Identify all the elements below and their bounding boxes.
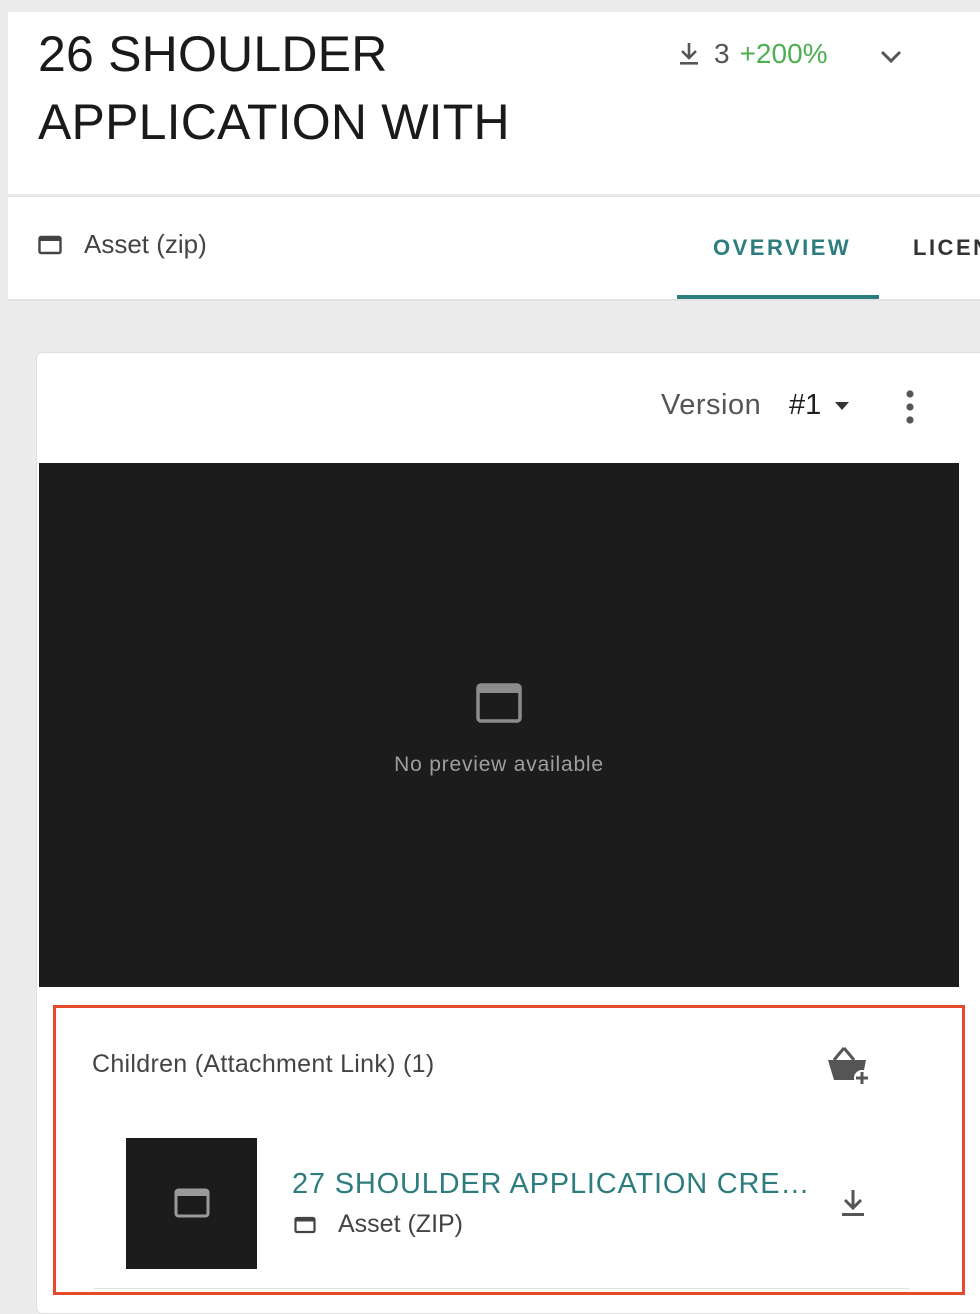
download-stat: 3 +200% bbox=[678, 38, 828, 70]
asset-type-label: Asset (zip) bbox=[84, 229, 207, 259]
window-icon bbox=[174, 1188, 210, 1218]
child-name-link[interactable]: 27 SHOULDER APPLICATION CRE… bbox=[292, 1168, 812, 1201]
tab-license[interactable]: LICEN bbox=[913, 235, 980, 261]
window-icon bbox=[294, 1216, 316, 1233]
child-thumbnail[interactable] bbox=[126, 1138, 257, 1269]
children-title: Children (Attachment Link) (1) bbox=[92, 1050, 435, 1078]
asset-type: Asset (zip) bbox=[38, 229, 207, 260]
tab-overview[interactable]: OVERVIEW bbox=[713, 235, 851, 261]
more-vertical-icon[interactable] bbox=[903, 389, 917, 425]
window-icon bbox=[476, 683, 522, 723]
divider bbox=[94, 1288, 910, 1289]
asset-header: 26 SHOULDER APPLICATION WITH 3 +200% bbox=[8, 12, 980, 194]
version-row: Version #1 bbox=[37, 353, 980, 463]
version-select[interactable]: #1 bbox=[789, 389, 850, 422]
tab-bar: Asset (zip) OVERVIEW LICEN bbox=[8, 196, 980, 301]
active-tab-indicator bbox=[677, 295, 879, 299]
download-change: +200% bbox=[739, 38, 828, 69]
preview-area: No preview available bbox=[39, 463, 959, 987]
add-to-basket-icon[interactable] bbox=[826, 1044, 872, 1086]
download-icon bbox=[680, 43, 698, 65]
version-label: Version bbox=[661, 389, 762, 421]
no-preview-text: No preview available bbox=[394, 753, 604, 776]
version-value: #1 bbox=[789, 389, 822, 421]
child-type-label: Asset (ZIP) bbox=[338, 1210, 464, 1238]
page-title: 26 SHOULDER APPLICATION WITH bbox=[38, 26, 510, 150]
children-section: Children (Attachment Link) (1) 27 SHOULD… bbox=[53, 1005, 965, 1295]
download-icon[interactable] bbox=[840, 1188, 866, 1218]
caret-down-icon bbox=[835, 401, 850, 410]
download-count: 3 bbox=[714, 38, 730, 69]
window-icon bbox=[38, 235, 62, 254]
chevron-down-icon[interactable] bbox=[876, 42, 906, 72]
list-item[interactable]: 27 SHOULDER APPLICATION CRE… Asset (ZIP) bbox=[126, 1138, 886, 1270]
child-type: Asset (ZIP) bbox=[294, 1210, 463, 1239]
